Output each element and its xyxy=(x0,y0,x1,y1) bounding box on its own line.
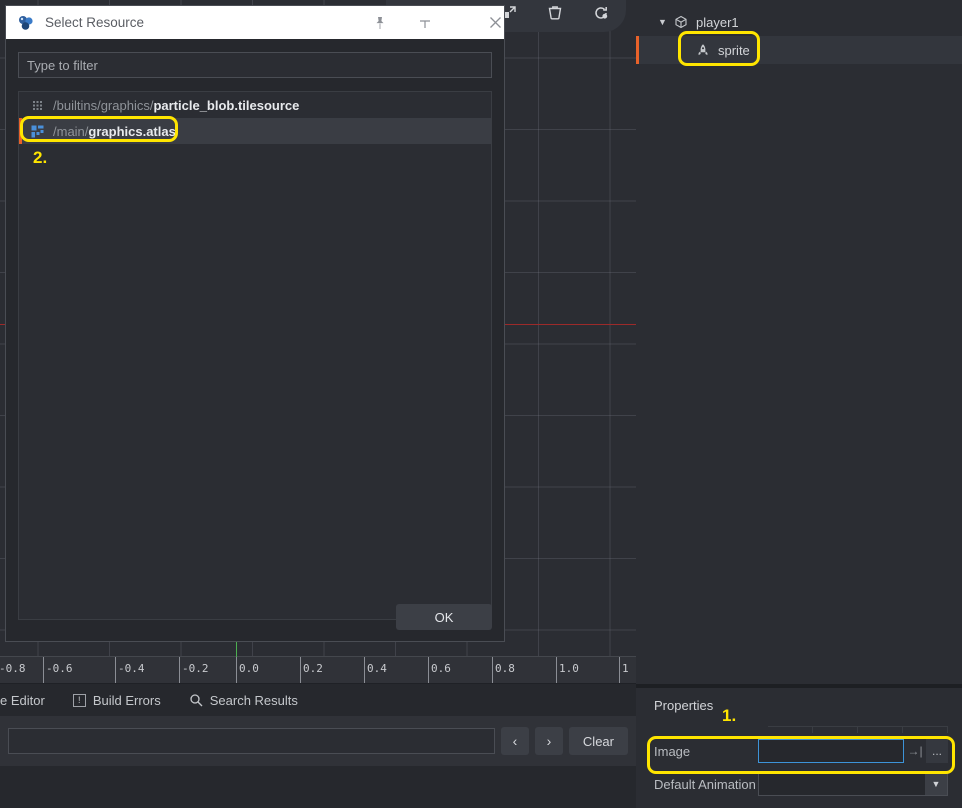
property-column-header-grid xyxy=(768,726,948,733)
select-resource-dialog[interactable]: Select Resource Type to filter /builtins… xyxy=(5,5,505,642)
goto-resource-icon[interactable]: →| xyxy=(904,739,926,763)
bottom-tabbar[interactable]: e Editor ! Build Errors Search Results xyxy=(0,684,636,716)
outline-item-sprite[interactable]: sprite xyxy=(636,36,962,64)
filter-input[interactable] xyxy=(18,52,492,78)
ruler-label: 0.0 xyxy=(239,662,259,675)
console-bar[interactable]: ‹ › Clear xyxy=(0,716,636,766)
property-label: Image xyxy=(654,743,691,759)
tab-build-errors-label: Build Errors xyxy=(92,692,161,708)
resource-file: particle_blob.tilesource xyxy=(153,97,300,113)
ruler-label: 0.8 xyxy=(495,662,515,675)
horizontal-ruler: -0.8 -0.6 -0.4 -0.2 0.0 0.2 0.4 0.6 0.8 … xyxy=(0,656,636,684)
resource-file: graphics.atlas xyxy=(88,123,176,139)
tab-search-results[interactable]: Search Results xyxy=(175,684,312,716)
dialog-title: Select Resource xyxy=(45,15,145,30)
console-filter-input[interactable] xyxy=(8,728,495,754)
ruler-label: 0.4 xyxy=(367,662,387,675)
annotation-number-1: 1. xyxy=(722,706,737,725)
resource-list[interactable]: /builtins/graphics/ particle_blob.tileso… xyxy=(18,91,492,620)
magnifier-icon xyxy=(189,693,203,707)
defold-logo-icon xyxy=(17,14,35,32)
dialog-body: /builtins/graphics/ particle_blob.tileso… xyxy=(6,39,504,643)
ruler-label: 1.0 xyxy=(559,662,579,675)
console-next-button[interactable]: › xyxy=(534,727,563,755)
trash-icon[interactable] xyxy=(542,0,568,26)
sprite-rocket-icon xyxy=(694,43,712,57)
annotation-number-2: 2. xyxy=(33,148,48,167)
properties-title: Properties xyxy=(654,698,714,713)
list-item[interactable]: /main/ graphics.atlas xyxy=(19,118,491,144)
resource-dir: /main/ xyxy=(53,123,89,139)
go-cube-icon xyxy=(672,15,690,29)
atlas-icon xyxy=(29,123,45,139)
console-clear-button[interactable]: Clear xyxy=(568,727,628,755)
pin-icon[interactable] xyxy=(358,6,402,39)
tab-search-results-label: Search Results xyxy=(209,692,298,708)
ruler-label: -0.4 xyxy=(118,662,145,675)
reset-view-icon[interactable] xyxy=(588,0,614,26)
float-icon[interactable] xyxy=(403,6,447,39)
tab-curve-editor[interactable]: e Editor xyxy=(0,684,59,716)
list-item[interactable]: /builtins/graphics/ particle_blob.tileso… xyxy=(19,92,491,118)
ruler-label: 1 xyxy=(622,662,629,675)
console-output-area xyxy=(0,766,636,808)
chevron-down-icon[interactable]: ▼ xyxy=(658,17,672,27)
ruler-label: -0.2 xyxy=(182,662,209,675)
ruler-label: -0.8 xyxy=(0,662,26,675)
property-row-default-animation[interactable]: Default Animation ▼ xyxy=(636,769,962,799)
selection-marker xyxy=(636,36,639,64)
dialog-titlebar[interactable]: Select Resource xyxy=(6,6,504,39)
ruler-label: 0.2 xyxy=(303,662,323,675)
properties-panel[interactable]: Properties Image →| ... Default Animatio… xyxy=(636,688,962,808)
dropdown-arrow-icon[interactable]: ▼ xyxy=(925,773,947,795)
property-row-image[interactable]: Image →| ... xyxy=(636,736,962,766)
tab-build-errors[interactable]: ! Build Errors xyxy=(59,684,175,716)
browse-ellipsis-button[interactable]: ... xyxy=(926,739,948,763)
tab-curve-editor-label: e Editor xyxy=(0,692,45,708)
close-icon[interactable] xyxy=(473,6,517,39)
default-animation-combo[interactable]: ▼ xyxy=(758,772,948,796)
ruler-label: -0.6 xyxy=(46,662,73,675)
ruler-label: 0.6 xyxy=(431,662,451,675)
outline-item-player1[interactable]: ▼ player1 xyxy=(636,8,962,36)
outline-panel[interactable]: ▼ player1 sprite xyxy=(636,0,962,684)
warning-box-icon: ! xyxy=(72,693,86,707)
property-label: Default Animation xyxy=(654,776,756,792)
resource-dir: /builtins/graphics/ xyxy=(53,97,154,113)
image-value-field[interactable] xyxy=(758,739,904,763)
tilesource-icon xyxy=(29,97,45,113)
outline-item-label: player1 xyxy=(696,14,739,30)
selection-marker xyxy=(19,118,22,144)
outline-item-label: sprite xyxy=(718,42,750,58)
dialog-footer: OK xyxy=(18,604,492,630)
ok-button[interactable]: OK xyxy=(396,604,492,630)
console-prev-button[interactable]: ‹ xyxy=(500,727,529,755)
